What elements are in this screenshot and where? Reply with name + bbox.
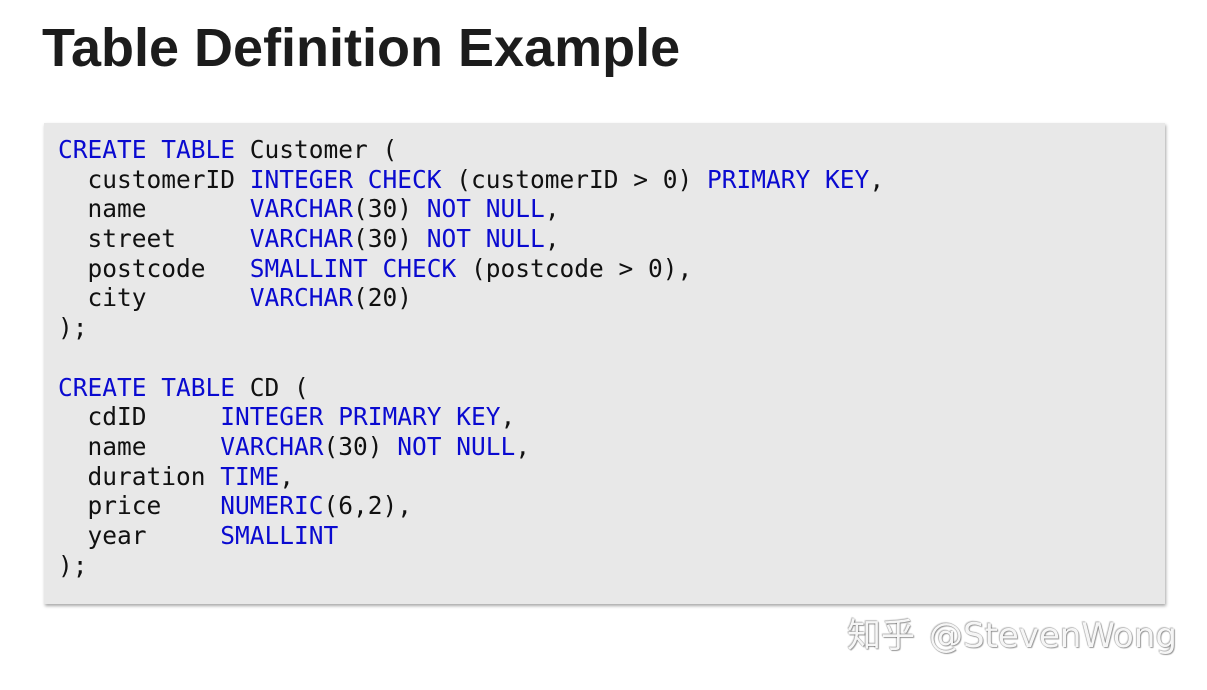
code-line: price NUMERIC(6,2), — [58, 491, 1165, 521]
sql-text: price — [58, 491, 221, 521]
sql-keyword: CREATE TABLE — [58, 372, 236, 402]
sql-keyword: NOT NULL — [397, 431, 516, 461]
sql-keyword: NOT NULL — [426, 224, 545, 254]
sql-text: (postcode > 0), — [456, 253, 693, 283]
sql-text: CD ( — [235, 372, 309, 402]
code-line: postcode SMALLINT CHECK (postcode > 0), — [58, 254, 1165, 284]
sql-text: cdID — [58, 402, 221, 432]
sql-text: ); — [58, 313, 88, 343]
code-line: CREATE TABLE Customer ( — [58, 135, 1165, 165]
sql-text: (30) — [353, 224, 427, 254]
sql-text: name — [58, 194, 250, 224]
page-title: Table Definition Example — [42, 18, 681, 78]
sql-keyword: NOT NULL — [426, 194, 545, 224]
sql-keyword: TIME — [220, 461, 280, 491]
watermark: 知乎 @StevenWong — [847, 612, 1177, 660]
sql-text: duration — [58, 461, 221, 491]
sql-text: ); — [58, 550, 88, 580]
sql-text: year — [58, 520, 221, 550]
code-line: street VARCHAR(30) NOT NULL, — [58, 224, 1165, 254]
code-block: CREATE TABLE Customer ( customerID INTEG… — [44, 123, 1165, 604]
code-line: year SMALLINT — [58, 521, 1165, 551]
code-line: cdID INTEGER PRIMARY KEY, — [58, 402, 1165, 432]
sql-text: , — [544, 194, 560, 224]
sql-keyword: CREATE TABLE — [58, 135, 236, 164]
sql-text: postcode — [58, 253, 250, 283]
sql-text: , — [279, 461, 295, 491]
code-line: CREATE TABLE CD ( — [58, 373, 1165, 403]
sql-text: customerID — [58, 164, 250, 194]
sql-text: name — [58, 431, 221, 461]
code-line: ); — [58, 551, 1165, 581]
sql-text: city — [58, 283, 250, 313]
sql-text: (30) — [353, 194, 427, 224]
sql-text: (20) — [353, 283, 413, 313]
sql-text: , — [500, 402, 516, 432]
sql-text: (customerID > 0) — [441, 164, 708, 194]
sql-text: , — [544, 224, 560, 254]
watermark-site: 知乎 — [847, 616, 916, 656]
sql-keyword: SMALLINT — [220, 520, 339, 550]
sql-text: street — [58, 224, 250, 254]
sql-keyword: VARCHAR — [220, 431, 324, 461]
sql-text: (30) — [323, 431, 398, 461]
code-line: ); — [58, 313, 1165, 343]
code-line: name VARCHAR(30) NOT NULL, — [58, 432, 1165, 462]
sql-text: , — [515, 431, 531, 461]
code-line: duration TIME, — [58, 462, 1165, 492]
sql-keyword: NUMERIC — [220, 491, 324, 521]
code-line: name VARCHAR(30) NOT NULL, — [58, 194, 1165, 224]
sql-text: (6,2), — [323, 491, 413, 521]
sql-code: CREATE TABLE Customer ( customerID INTEG… — [58, 135, 1165, 580]
code-line: city VARCHAR(20) — [58, 283, 1165, 313]
sql-keyword: VARCHAR — [249, 224, 354, 254]
sql-text: Customer ( — [235, 135, 398, 164]
sql-keyword: SMALLINT CHECK — [249, 253, 457, 283]
sql-keyword: VARCHAR — [249, 194, 354, 224]
code-line: customerID INTEGER CHECK (customerID > 0… — [58, 165, 1165, 195]
sql-keyword: PRIMARY KEY — [707, 164, 870, 194]
sql-keyword: INTEGER PRIMARY KEY — [220, 402, 501, 432]
watermark-author: @StevenWong — [929, 616, 1177, 656]
sql-keyword: VARCHAR — [249, 283, 354, 313]
sql-keyword: INTEGER CHECK — [249, 164, 442, 194]
sql-text: , — [869, 164, 885, 194]
